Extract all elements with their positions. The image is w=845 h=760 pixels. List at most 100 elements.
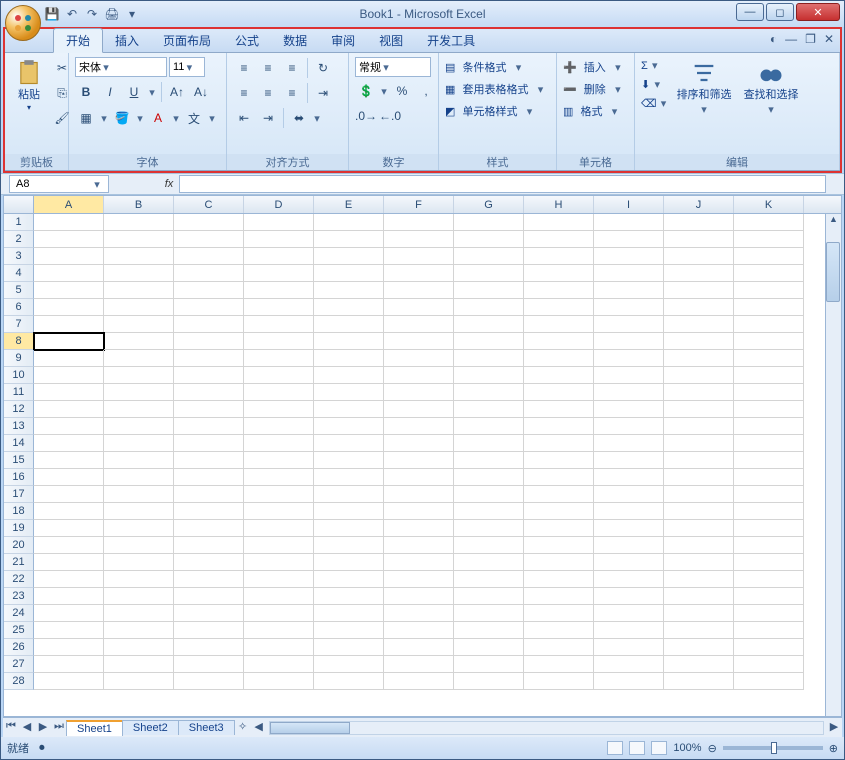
cell[interactable] bbox=[664, 656, 734, 673]
cell[interactable] bbox=[524, 503, 594, 520]
tab-view[interactable]: 视图 bbox=[367, 29, 415, 52]
cell[interactable] bbox=[734, 367, 804, 384]
column-header[interactable]: F bbox=[384, 196, 454, 213]
cell[interactable] bbox=[244, 435, 314, 452]
cell[interactable] bbox=[244, 639, 314, 656]
cell[interactable] bbox=[384, 384, 454, 401]
tab-review[interactable]: 审阅 bbox=[319, 29, 367, 52]
view-page-break-icon[interactable] bbox=[651, 741, 667, 755]
cell[interactable] bbox=[174, 486, 244, 503]
cell[interactable] bbox=[244, 554, 314, 571]
cell[interactable] bbox=[34, 248, 104, 265]
cell[interactable] bbox=[454, 299, 524, 316]
cell[interactable] bbox=[734, 452, 804, 469]
cell[interactable] bbox=[244, 265, 314, 282]
qat-customize-icon[interactable]: ▾ bbox=[123, 5, 141, 23]
cell[interactable] bbox=[384, 299, 454, 316]
cell[interactable] bbox=[34, 435, 104, 452]
cell[interactable] bbox=[524, 639, 594, 656]
cell[interactable] bbox=[594, 520, 664, 537]
cell[interactable] bbox=[104, 384, 174, 401]
cell[interactable] bbox=[384, 605, 454, 622]
cell[interactable] bbox=[34, 333, 104, 350]
font-size-combo[interactable]: 11▾ bbox=[169, 57, 205, 77]
cell[interactable] bbox=[384, 367, 454, 384]
cell[interactable] bbox=[314, 469, 384, 486]
paste-button[interactable]: 粘贴 ▾ bbox=[11, 57, 47, 114]
column-header[interactable]: G bbox=[454, 196, 524, 213]
cell[interactable] bbox=[454, 673, 524, 690]
fx-icon[interactable]: fx bbox=[159, 178, 179, 190]
cell[interactable] bbox=[524, 469, 594, 486]
autosum-button[interactable]: Σ▾ bbox=[641, 59, 669, 72]
cell[interactable] bbox=[454, 265, 524, 282]
cell[interactable] bbox=[664, 537, 734, 554]
cell[interactable] bbox=[664, 503, 734, 520]
cell[interactable] bbox=[174, 554, 244, 571]
cell[interactable] bbox=[664, 435, 734, 452]
cell[interactable] bbox=[34, 673, 104, 690]
quickprint-icon[interactable]: 🖨 bbox=[103, 5, 121, 23]
cell[interactable] bbox=[104, 435, 174, 452]
cell[interactable] bbox=[664, 214, 734, 231]
tab-nav-last-icon[interactable]: ⏭ bbox=[51, 720, 67, 736]
cell[interactable] bbox=[174, 452, 244, 469]
cell[interactable] bbox=[174, 384, 244, 401]
cell[interactable] bbox=[34, 418, 104, 435]
cell[interactable] bbox=[384, 588, 454, 605]
cell[interactable] bbox=[314, 503, 384, 520]
cell[interactable] bbox=[174, 418, 244, 435]
cell[interactable] bbox=[104, 299, 174, 316]
sheet-tab-3[interactable]: Sheet3 bbox=[178, 720, 235, 735]
cell[interactable] bbox=[244, 673, 314, 690]
cell[interactable] bbox=[244, 452, 314, 469]
row-header[interactable]: 27 bbox=[4, 656, 34, 673]
cell[interactable] bbox=[524, 656, 594, 673]
cell[interactable] bbox=[314, 350, 384, 367]
row-header[interactable]: 7 bbox=[4, 316, 34, 333]
cell[interactable] bbox=[524, 622, 594, 639]
tab-nav-next-icon[interactable]: ▶ bbox=[35, 720, 51, 736]
cell[interactable] bbox=[664, 469, 734, 486]
cell[interactable] bbox=[244, 571, 314, 588]
horizontal-scrollbar[interactable]: ◀ ▶ bbox=[251, 720, 842, 736]
cell[interactable] bbox=[314, 265, 384, 282]
cell[interactable] bbox=[454, 384, 524, 401]
cell[interactable] bbox=[34, 350, 104, 367]
cell[interactable] bbox=[734, 486, 804, 503]
cell[interactable] bbox=[314, 282, 384, 299]
cell[interactable] bbox=[244, 520, 314, 537]
row-header[interactable]: 15 bbox=[4, 452, 34, 469]
cell[interactable] bbox=[314, 435, 384, 452]
fill-button[interactable]: ⬇▾ bbox=[641, 78, 669, 91]
cell[interactable] bbox=[104, 452, 174, 469]
cell[interactable] bbox=[384, 350, 454, 367]
cell[interactable] bbox=[104, 350, 174, 367]
cell[interactable] bbox=[384, 418, 454, 435]
cell[interactable] bbox=[104, 520, 174, 537]
cell[interactable] bbox=[734, 265, 804, 282]
cell[interactable] bbox=[664, 571, 734, 588]
cell[interactable] bbox=[524, 588, 594, 605]
cell[interactable] bbox=[734, 299, 804, 316]
cell[interactable] bbox=[524, 367, 594, 384]
row-header[interactable]: 1 bbox=[4, 214, 34, 231]
mdi-restore-icon[interactable]: ❐ bbox=[805, 32, 816, 46]
cell[interactable] bbox=[384, 622, 454, 639]
cell[interactable] bbox=[664, 248, 734, 265]
cell[interactable] bbox=[314, 537, 384, 554]
merge-center-icon[interactable]: ⬌ bbox=[288, 107, 310, 129]
cell[interactable] bbox=[34, 503, 104, 520]
cell[interactable] bbox=[594, 503, 664, 520]
cell[interactable] bbox=[174, 214, 244, 231]
sheet-tab-2[interactable]: Sheet2 bbox=[122, 720, 179, 735]
cell[interactable] bbox=[384, 554, 454, 571]
cell[interactable] bbox=[174, 503, 244, 520]
cell[interactable] bbox=[594, 418, 664, 435]
cell[interactable] bbox=[734, 214, 804, 231]
cell[interactable] bbox=[734, 435, 804, 452]
cell[interactable] bbox=[524, 435, 594, 452]
cell[interactable] bbox=[104, 214, 174, 231]
cell[interactable] bbox=[454, 554, 524, 571]
cell[interactable] bbox=[244, 248, 314, 265]
